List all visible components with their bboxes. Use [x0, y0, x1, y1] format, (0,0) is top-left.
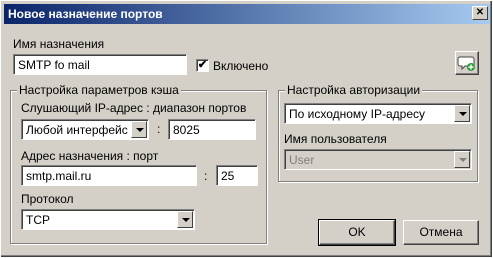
- protocol-label: Протокол: [21, 192, 74, 206]
- comment-button[interactable]: [455, 51, 479, 75]
- listen-colon: :: [157, 122, 161, 136]
- ok-button[interactable]: OK: [318, 219, 396, 246]
- destination-label: Адрес назначения : порт: [21, 149, 159, 163]
- comment-add-icon: [457, 56, 475, 71]
- port-range-input[interactable]: 8025: [168, 119, 256, 140]
- auth-mode-select[interactable]: По исходному IP-адресу: [284, 103, 472, 124]
- chevron-down-icon[interactable]: [177, 211, 193, 228]
- close-button[interactable]: ✕: [472, 6, 488, 20]
- auth-settings-legend: Настройка авторизации: [285, 83, 423, 97]
- protocol-select[interactable]: TCP: [21, 209, 195, 230]
- cache-settings-legend: Настройка параметров кэша: [17, 83, 181, 97]
- dialog-window: Новое назначение портов ✕ Имя назначения…: [0, 0, 493, 258]
- username-select-value: User: [289, 153, 315, 167]
- window-title: Новое назначение портов: [8, 7, 163, 21]
- username-select: User: [284, 149, 472, 170]
- enabled-label: Включено: [213, 59, 269, 73]
- interface-select[interactable]: Любой интерфейс: [21, 119, 149, 140]
- name-input[interactable]: SMTP fo mail: [13, 54, 187, 75]
- title-bar: Новое назначение портов ✕: [4, 4, 490, 24]
- interface-select-value: Любой интерфейс: [26, 123, 128, 137]
- cancel-button[interactable]: Отмена: [403, 220, 479, 245]
- enabled-checkbox[interactable]: ✔: [196, 59, 209, 72]
- destination-host-input[interactable]: smtp.mail.ru: [21, 165, 197, 186]
- chevron-down-icon[interactable]: [131, 121, 147, 138]
- chevron-down-icon: [454, 151, 470, 168]
- name-label: Имя назначения: [13, 37, 105, 51]
- username-label: Имя пользователя: [284, 132, 387, 146]
- auth-mode-select-value: По исходному IP-адресу: [289, 107, 425, 121]
- listen-label: Слушающий IP-адрес : диапазон портов: [21, 101, 247, 115]
- protocol-select-value: TCP: [26, 213, 50, 227]
- chevron-down-icon[interactable]: [454, 105, 470, 122]
- destination-port-input[interactable]: 25: [216, 165, 258, 186]
- destination-colon: :: [204, 169, 208, 183]
